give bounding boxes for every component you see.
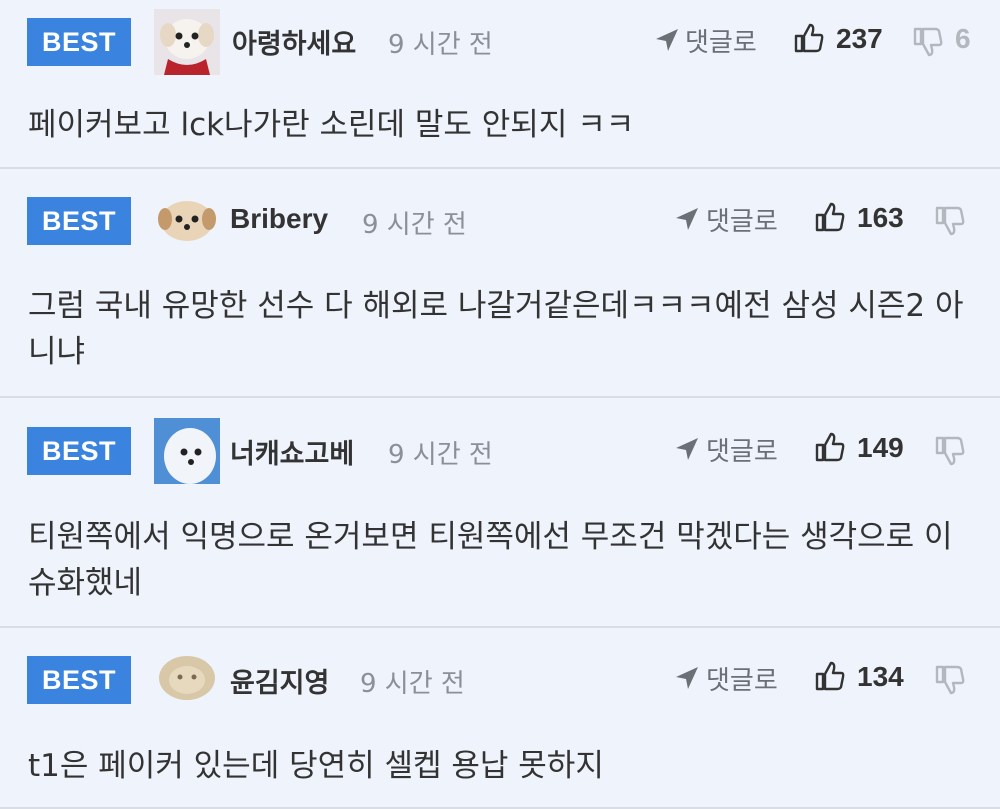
like-count: 163 — [857, 202, 904, 233]
reply-arrow-icon[interactable] — [654, 27, 680, 53]
user-avatar[interactable] — [156, 189, 218, 251]
thumbs-up-icon[interactable] — [793, 22, 825, 54]
like-count: 134 — [857, 661, 904, 692]
best-badge: BEST — [27, 427, 131, 475]
username[interactable]: 아령하세요 — [232, 22, 356, 61]
comment-header: BEST 너캐쇼고베 9 시간 전 댓글로 149 — [0, 398, 1000, 484]
comment-item: BEST 아령하세요 9 시간 전 댓글로 237 6 페이커보고 lck나가란… — [0, 0, 1000, 169]
thumbs-down-icon[interactable] — [934, 664, 966, 696]
comment-time: 9 시간 전 — [388, 30, 493, 60]
user-avatar[interactable] — [154, 9, 220, 75]
dislike-count: 6 — [955, 23, 971, 54]
username[interactable]: Bribery — [230, 203, 328, 235]
thumbs-down-icon[interactable] — [912, 26, 944, 58]
reply-button[interactable]: 댓글로 — [706, 660, 778, 697]
reply-arrow-icon[interactable] — [674, 206, 700, 232]
comment-item: BEST Bribery 9 시간 전 댓글로 163 그럼 국내 유망한 선수 — [0, 169, 1000, 398]
reply-button[interactable]: 댓글로 — [685, 22, 757, 59]
user-avatar[interactable] — [154, 418, 220, 484]
best-badge: BEST — [27, 656, 131, 704]
username[interactable]: 너캐쇼고베 — [230, 432, 354, 471]
comment-item: BEST 너캐쇼고베 9 시간 전 댓글로 149 티원쪽에서 익명으로 온거보… — [0, 398, 1000, 628]
comment-time: 9 시간 전 — [388, 440, 493, 470]
comment-header: BEST 윤김지영 9 시간 전 댓글로 134 — [0, 628, 1000, 709]
comment-item: BEST 윤김지영 9 시간 전 댓글로 134 t1은 페이커 있는데 당연히… — [0, 628, 1000, 809]
username[interactable]: 윤김지영 — [230, 661, 329, 700]
comment-header: BEST Bribery 9 시간 전 댓글로 163 — [0, 169, 1000, 251]
comment-text: 페이커보고 lck나가란 소린데 말도 안되지 ㅋㅋ — [28, 107, 635, 143]
reply-arrow-icon[interactable] — [674, 436, 700, 462]
reply-button[interactable]: 댓글로 — [706, 431, 778, 468]
thumbs-up-icon[interactable] — [814, 660, 846, 692]
reply-arrow-icon[interactable] — [674, 665, 700, 691]
reply-button[interactable]: 댓글로 — [706, 201, 778, 238]
best-badge: BEST — [27, 18, 131, 66]
comment-time: 9 시간 전 — [362, 210, 467, 240]
thumbs-up-icon[interactable] — [814, 431, 846, 463]
user-avatar[interactable] — [156, 647, 218, 709]
comment-text: t1은 페이커 있는데 당연히 셀켑 용납 못하지 — [28, 748, 604, 784]
comment-text: 티원쪽에서 익명으로 온거보면 티원쪽에선 무조건 막겠다는 생각으로 이슈화했… — [28, 519, 953, 601]
comment-time: 9 시간 전 — [360, 669, 465, 699]
like-count: 237 — [836, 23, 883, 54]
like-count: 149 — [857, 432, 904, 463]
comment-text: 그럼 국내 유망한 선수 다 해외로 나갈거같은데ㅋㅋㅋ예전 삼성 시즌2 아니… — [28, 288, 964, 370]
best-badge: BEST — [27, 197, 131, 245]
thumbs-down-icon[interactable] — [934, 435, 966, 467]
thumbs-down-icon[interactable] — [934, 205, 966, 237]
thumbs-up-icon[interactable] — [814, 201, 846, 233]
comment-header: BEST 아령하세요 9 시간 전 댓글로 237 6 — [0, 0, 1000, 75]
